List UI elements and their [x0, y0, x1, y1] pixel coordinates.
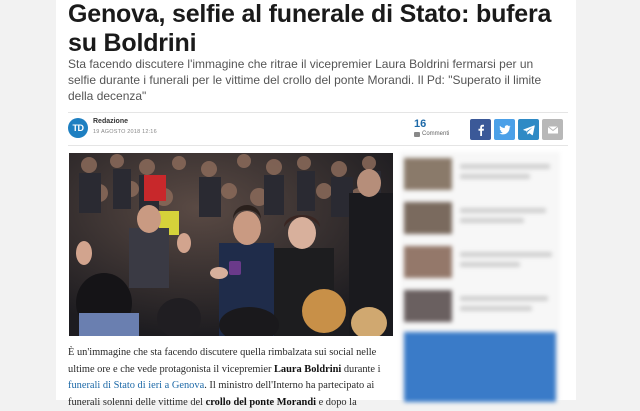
- share-facebook-button[interactable]: [470, 119, 491, 140]
- sidebar-text-line: [460, 208, 546, 213]
- body-link-funerali[interactable]: funerali di Stato di ieri a Genova: [68, 380, 204, 391]
- author-bar: TD Redazione 19 AGOSTO 2018 12:16 16 Com…: [68, 112, 568, 146]
- comment-bubble-icon: [414, 131, 420, 137]
- sidebar-thumbnail: [404, 158, 452, 190]
- sidebar-text-line: [460, 306, 532, 311]
- twitter-icon: [498, 124, 510, 134]
- divider: [68, 145, 568, 146]
- sidebar-item[interactable]: [404, 158, 556, 192]
- crowd-selfie-image: [69, 153, 393, 336]
- sidebar-text-line: [460, 252, 552, 257]
- share-email-button[interactable]: [542, 119, 563, 140]
- comments-link[interactable]: 16 Commenti: [414, 118, 454, 137]
- sidebar-item[interactable]: [404, 290, 556, 324]
- sidebar-text-line: [460, 218, 524, 223]
- telegram-icon: [522, 124, 535, 135]
- share-telegram-button[interactable]: [518, 119, 539, 140]
- sidebar-text-line: [460, 174, 530, 179]
- comments-label: Commenti: [422, 131, 450, 137]
- sidebar-thumbnail: [404, 202, 452, 234]
- author-name[interactable]: Redazione: [93, 118, 128, 125]
- article-subtitle: Sta facendo discutere l'immagine che rit…: [68, 57, 542, 103]
- article-body: È un'immagine che sta facendo discutere …: [68, 345, 398, 411]
- divider: [68, 112, 568, 113]
- sidebar-text-line: [460, 262, 520, 267]
- share-twitter-button[interactable]: [494, 119, 515, 140]
- comments-count: 16: [414, 118, 427, 130]
- comments-label-row: Commenti: [414, 131, 454, 137]
- sidebar-ad-banner[interactable]: [404, 332, 556, 402]
- body-bold-name: Laura Boldrini: [274, 363, 342, 375]
- body-bold-ponte: crollo del ponte Morandi: [205, 396, 316, 408]
- sidebar-text-line: [460, 164, 550, 169]
- sidebar-thumbnail: [404, 290, 452, 322]
- sidebar-blurred: [400, 152, 560, 402]
- author-avatar[interactable]: TD: [68, 118, 88, 138]
- article-photo[interactable]: [69, 153, 393, 336]
- sidebar-item[interactable]: [404, 202, 556, 236]
- sidebar-text-line: [460, 296, 548, 301]
- body-text-segment: e dopo la: [316, 396, 357, 408]
- facebook-icon: [478, 124, 484, 136]
- email-icon: [547, 125, 558, 133]
- article-headline: Genova, selfie al funerale di Stato: buf…: [68, 0, 552, 57]
- sidebar-thumbnail: [404, 246, 452, 278]
- sidebar-item[interactable]: [404, 246, 556, 280]
- publish-date: 19 AGOSTO 2018 12:16: [93, 129, 157, 135]
- body-text-segment: durante i: [341, 363, 381, 375]
